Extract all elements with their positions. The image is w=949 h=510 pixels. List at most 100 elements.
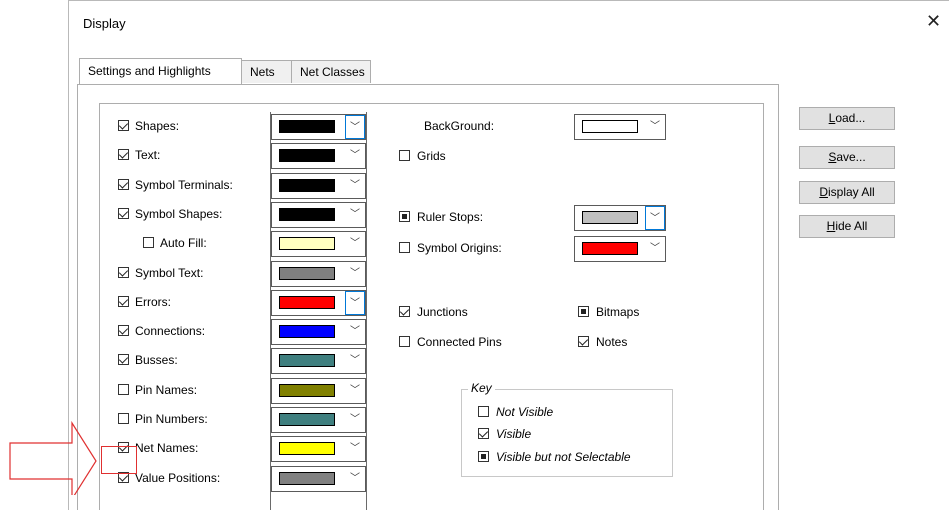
left-item-color-select[interactable]: ﹀ — [271, 378, 366, 404]
color-swatch — [279, 237, 335, 250]
chevron-down-icon: ﹀ — [350, 238, 360, 249]
left-item-label: Symbol Shapes: — [135, 207, 223, 221]
grids-checkbox[interactable] — [399, 150, 410, 161]
hide-all-button[interactable]: Hide All — [799, 215, 895, 238]
left-item-label: Pin Names: — [135, 383, 198, 397]
left-item-color-select[interactable]: ﹀ — [271, 466, 366, 492]
display-all-button[interactable]: Display All — [799, 181, 895, 204]
notes-checkbox[interactable] — [578, 336, 589, 347]
color-swatch — [279, 267, 335, 280]
symbol-origins-label: Symbol Origins: — [417, 241, 502, 255]
left-item-checkbox[interactable] — [118, 179, 129, 190]
left-item-label: Connections: — [135, 324, 206, 338]
background-color-swatch — [582, 120, 638, 133]
tab-settings-and-highlights[interactable]: Settings and Highlights — [79, 58, 242, 84]
left-item-label: Pin Numbers: — [135, 412, 208, 426]
left-item-color-select[interactable]: ﹀ — [271, 231, 366, 257]
color-swatch — [279, 296, 335, 309]
key-not-visible-label: Not Visible — [496, 405, 554, 419]
combo-column-right-edge — [366, 112, 367, 510]
save-button[interactable]: Save... — [799, 146, 895, 169]
chevron-down-icon: ﹀ — [350, 150, 360, 161]
left-item-label: Text: — [135, 148, 161, 162]
ruler-stops-label: Ruler Stops: — [417, 210, 484, 224]
chevron-down-icon: ﹀ — [345, 291, 365, 315]
ruler-stops-color-swatch — [582, 211, 638, 224]
left-item-label: Value Positions: — [135, 471, 221, 485]
close-icon[interactable]: ✕ — [926, 12, 941, 30]
left-item-checkbox[interactable] — [118, 149, 129, 160]
color-swatch — [279, 442, 335, 455]
left-item-color-select[interactable]: ﹀ — [271, 202, 366, 228]
chevron-down-icon: ﹀ — [350, 473, 360, 484]
color-swatch — [279, 354, 335, 367]
annotation-arrow-icon — [9, 420, 97, 495]
left-item-checkbox[interactable] — [118, 325, 129, 336]
left-item-checkbox[interactable] — [118, 267, 129, 278]
key-not-visible-checkbox — [478, 406, 489, 417]
left-item-color-select[interactable]: ﹀ — [271, 261, 366, 287]
chevron-down-icon: ﹀ — [650, 121, 660, 132]
color-swatch — [279, 325, 335, 338]
left-item-checkbox[interactable] — [118, 413, 129, 424]
chevron-down-icon: ﹀ — [350, 268, 360, 279]
bitmaps-checkbox[interactable] — [578, 306, 589, 317]
annotation-highlight-box — [101, 446, 137, 474]
left-item-color-select[interactable]: ﹀ — [271, 436, 366, 462]
left-item-checkbox[interactable] — [118, 384, 129, 395]
key-visible-not-selectable-checkbox — [478, 451, 489, 462]
junctions-label: Junctions — [417, 305, 468, 319]
left-item-label: Shapes: — [135, 119, 180, 133]
chevron-down-icon: ﹀ — [350, 443, 360, 454]
left-item-label: Symbol Terminals: — [135, 178, 233, 192]
connected-pins-label: Connected Pins — [417, 335, 502, 349]
ruler-stops-checkbox[interactable] — [399, 211, 410, 222]
chevron-down-icon: ﹀ — [350, 326, 360, 337]
ruler-stops-color-select[interactable]: ﹀ — [574, 205, 666, 231]
left-item-checkbox[interactable] — [118, 296, 129, 307]
key-visible-label: Visible — [496, 427, 532, 441]
chevron-down-icon: ﹀ — [350, 180, 360, 191]
color-swatch — [279, 413, 335, 426]
left-item-color-select[interactable]: ﹀ — [271, 143, 366, 169]
color-swatch — [279, 208, 335, 221]
left-item-label: Busses: — [135, 353, 178, 367]
left-item-checkbox[interactable] — [118, 354, 129, 365]
notes-label: Notes — [596, 335, 628, 349]
symbol-origins-color-swatch — [582, 242, 638, 255]
background-color-select[interactable]: ﹀ — [574, 114, 666, 140]
symbol-origins-checkbox[interactable] — [399, 242, 410, 253]
dialog-title: Display — [83, 16, 126, 31]
left-item-checkbox[interactable] — [118, 120, 129, 131]
left-item-color-select[interactable]: ﹀ — [271, 319, 366, 345]
junctions-checkbox[interactable] — [399, 306, 410, 317]
key-legend-title: Key — [468, 381, 495, 395]
color-swatch — [279, 472, 335, 485]
tab-nets[interactable]: Nets — [241, 60, 292, 83]
left-item-color-select[interactable]: ﹀ — [271, 114, 366, 140]
tab-net-classes[interactable]: Net Classes — [291, 60, 371, 83]
left-item-color-select[interactable]: ﹀ — [271, 290, 366, 316]
left-item-checkbox[interactable] — [143, 237, 154, 248]
chevron-down-icon: ﹀ — [350, 385, 360, 396]
chevron-down-icon: ﹀ — [350, 209, 360, 220]
left-item-color-select[interactable]: ﹀ — [271, 348, 366, 374]
key-visible-not-selectable-label: Visible but not Selectable — [496, 450, 631, 464]
chevron-down-icon: ﹀ — [645, 206, 665, 230]
chevron-down-icon: ﹀ — [350, 414, 360, 425]
combo-column-left-edge — [270, 112, 271, 510]
left-item-label: Errors: — [135, 295, 171, 309]
left-item-checkbox[interactable] — [118, 208, 129, 219]
connected-pins-checkbox[interactable] — [399, 336, 410, 347]
symbol-origins-color-select[interactable]: ﹀ — [574, 236, 666, 262]
left-item-label: Net Names: — [135, 441, 199, 455]
color-swatch — [279, 384, 335, 397]
background-label: BackGround: — [424, 119, 495, 133]
chevron-down-icon: ﹀ — [350, 355, 360, 366]
chevron-down-icon: ﹀ — [345, 115, 365, 139]
dialog-border-top — [68, 0, 949, 1]
grids-label: Grids — [417, 149, 446, 163]
load-button[interactable]: Load... — [799, 107, 895, 130]
left-item-color-select[interactable]: ﹀ — [271, 407, 366, 433]
left-item-color-select[interactable]: ﹀ — [271, 173, 366, 199]
